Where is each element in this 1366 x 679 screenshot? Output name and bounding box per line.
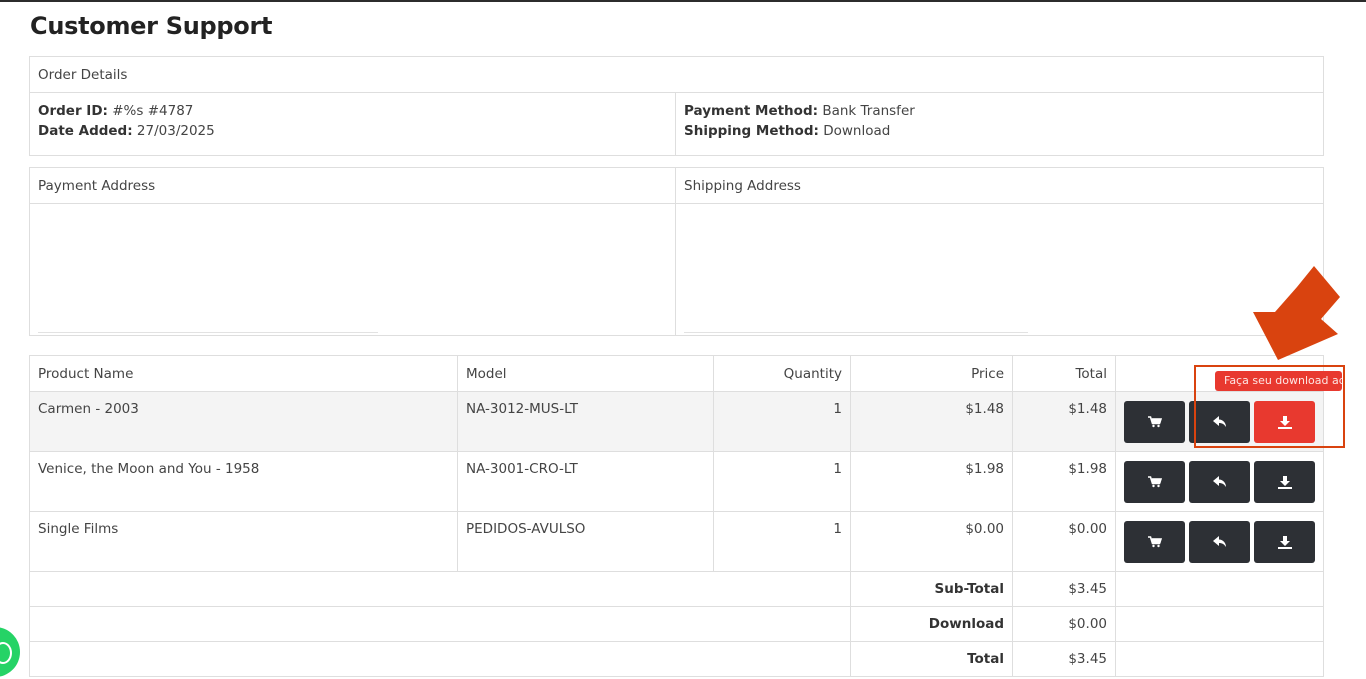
subtotal-value: $3.45 [1012, 571, 1116, 607]
download-button[interactable] [1254, 521, 1315, 563]
table-row: Venice, the Moon and You - 1958 NA-3001-… [29, 451, 1324, 512]
product-total: $1.98 [1012, 451, 1116, 512]
date-added-value: 27/03/2025 [136, 123, 215, 139]
page-title: Customer Support [30, 12, 273, 40]
annotation-arrow-icon [1253, 266, 1340, 360]
grand-total-value: $3.45 [1012, 641, 1116, 677]
reorder-button[interactable] [1124, 521, 1185, 563]
shipping-method-label: Shipping Method: [684, 123, 819, 139]
cart-icon [1147, 416, 1162, 428]
product-total: $0.00 [1012, 511, 1116, 572]
download-button[interactable] [1254, 461, 1315, 503]
download-icon [1277, 475, 1292, 489]
cart-icon [1147, 536, 1162, 548]
payment-address-body [29, 203, 676, 336]
method-info-cell: Payment Method: Bank Transfer Shipping M… [675, 92, 1324, 156]
payment-method-value: Bank Transfer [822, 103, 915, 119]
products-table: Product Name Model Quantity Price Total … [29, 355, 1324, 677]
shipping-address-header: Shipping Address [675, 167, 1324, 204]
grand-total-label: Total [967, 651, 1004, 667]
product-quantity: 1 [713, 391, 851, 452]
download-icon [1277, 535, 1292, 549]
product-name: Carmen - 2003 [29, 391, 458, 452]
reorder-button[interactable] [1124, 461, 1185, 503]
reorder-button[interactable] [1124, 401, 1185, 443]
product-price: $1.98 [850, 451, 1013, 512]
product-model: NA-3001-CRO-LT [457, 451, 714, 512]
product-total: $1.48 [1012, 391, 1116, 452]
payment-address-header: Payment Address [29, 167, 676, 204]
product-name: Single Films [29, 511, 458, 572]
order-info-cell: Order ID: #%s #4787 Date Added: 27/03/20… [29, 92, 676, 156]
order-id-label: Order ID: [38, 103, 108, 119]
cart-icon [1147, 476, 1162, 488]
products-header-row: Product Name Model Quantity Price Total [29, 355, 1324, 392]
payment-address-divider [38, 332, 378, 333]
top-border [0, 0, 1366, 2]
shipping-method-value: Download [823, 123, 891, 139]
return-button[interactable] [1189, 461, 1250, 503]
actions-cell [1115, 451, 1324, 512]
table-row: Carmen - 2003 NA-3012-MUS-LT 1 $1.48 $1.… [29, 391, 1324, 452]
product-price: $0.00 [850, 511, 1013, 572]
totals-row: Total $3.45 [29, 641, 1324, 677]
shipping-address-divider [684, 332, 1028, 333]
order-details-table: Order Details Order ID: #%s #4787 Date A… [29, 56, 1324, 156]
product-name: Venice, the Moon and You - 1958 [29, 451, 458, 512]
reply-icon [1212, 476, 1226, 487]
col-total: Total [1012, 355, 1116, 392]
actions-cell [1115, 511, 1324, 572]
product-model: NA-3012-MUS-LT [457, 391, 714, 452]
whatsapp-icon [0, 642, 12, 664]
download-total-value: $0.00 [1012, 606, 1116, 642]
reply-icon [1212, 536, 1226, 547]
totals-row: Sub-Total $3.45 [29, 571, 1324, 607]
shipping-address-body [675, 203, 1324, 336]
date-added-label: Date Added: [38, 123, 133, 139]
download-total-label: Download [928, 616, 1004, 632]
order-id-value: #%s #4787 [112, 103, 194, 119]
payment-method-label: Payment Method: [684, 103, 819, 119]
order-details-header: Order Details [29, 56, 1324, 93]
return-button[interactable] [1189, 521, 1250, 563]
address-table: Payment Address Shipping Address [29, 167, 1324, 336]
whatsapp-chat-button[interactable] [0, 627, 20, 677]
table-row: Single Films PEDIDOS-AVULSO 1 $0.00 $0.0… [29, 511, 1324, 572]
col-quantity: Quantity [713, 355, 851, 392]
col-model: Model [457, 355, 714, 392]
product-quantity: 1 [713, 511, 851, 572]
product-model: PEDIDOS-AVULSO [457, 511, 714, 572]
product-quantity: 1 [713, 451, 851, 512]
totals-row: Download $0.00 [29, 606, 1324, 642]
col-price: Price [850, 355, 1013, 392]
product-price: $1.48 [850, 391, 1013, 452]
col-product-name: Product Name [29, 355, 458, 392]
annotation-highlight-box [1194, 365, 1345, 448]
subtotal-label: Sub-Total [934, 581, 1005, 597]
